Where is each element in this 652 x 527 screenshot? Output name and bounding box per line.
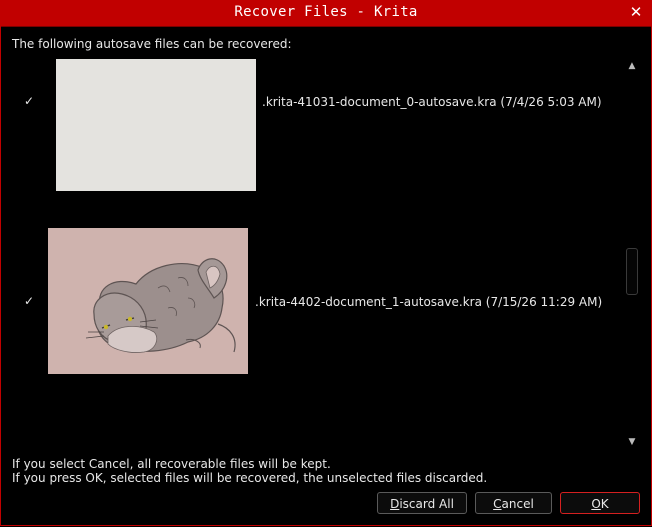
- discard-all-label: iscard All: [399, 497, 454, 511]
- cancel-mnemonic: C: [493, 497, 502, 511]
- cancel-info-text: If you select Cancel, all recoverable fi…: [12, 457, 331, 471]
- file-name: .krita-4402-document_1-autosave.kra (7/1…: [255, 295, 603, 309]
- scroll-down-icon[interactable]: ▼: [626, 436, 638, 448]
- file-thumbnail: [48, 228, 248, 374]
- ok-label: K: [600, 497, 609, 511]
- close-icon[interactable]: ✕: [628, 3, 644, 21]
- cancel-button[interactable]: Cancel: [475, 492, 552, 514]
- file-checkbox[interactable]: ✓: [22, 94, 36, 108]
- scroll-up-icon[interactable]: ▲: [626, 60, 638, 72]
- file-checkbox[interactable]: ✓: [22, 294, 36, 308]
- cancel-label: ancel: [501, 497, 534, 511]
- file-thumbnail: [56, 59, 256, 191]
- title-bar: Recover Files - Krita ✕: [0, 0, 652, 27]
- sleeping-cat-sketch-icon: [48, 228, 248, 374]
- file-name: .krita-41031-document_0-autosave.kra (7/…: [262, 95, 602, 109]
- window-title: Recover Files - Krita: [234, 4, 418, 20]
- ok-button[interactable]: OK: [560, 492, 640, 514]
- discard-all-mnemonic: D: [390, 497, 400, 511]
- ok-info-text: If you press OK, selected files will be …: [12, 471, 488, 485]
- scrollbar-thumb[interactable]: [626, 248, 638, 295]
- ok-mnemonic: O: [591, 497, 601, 511]
- intro-text: The following autosave files can be reco…: [12, 37, 292, 51]
- discard-all-button[interactable]: Discard All: [377, 492, 467, 514]
